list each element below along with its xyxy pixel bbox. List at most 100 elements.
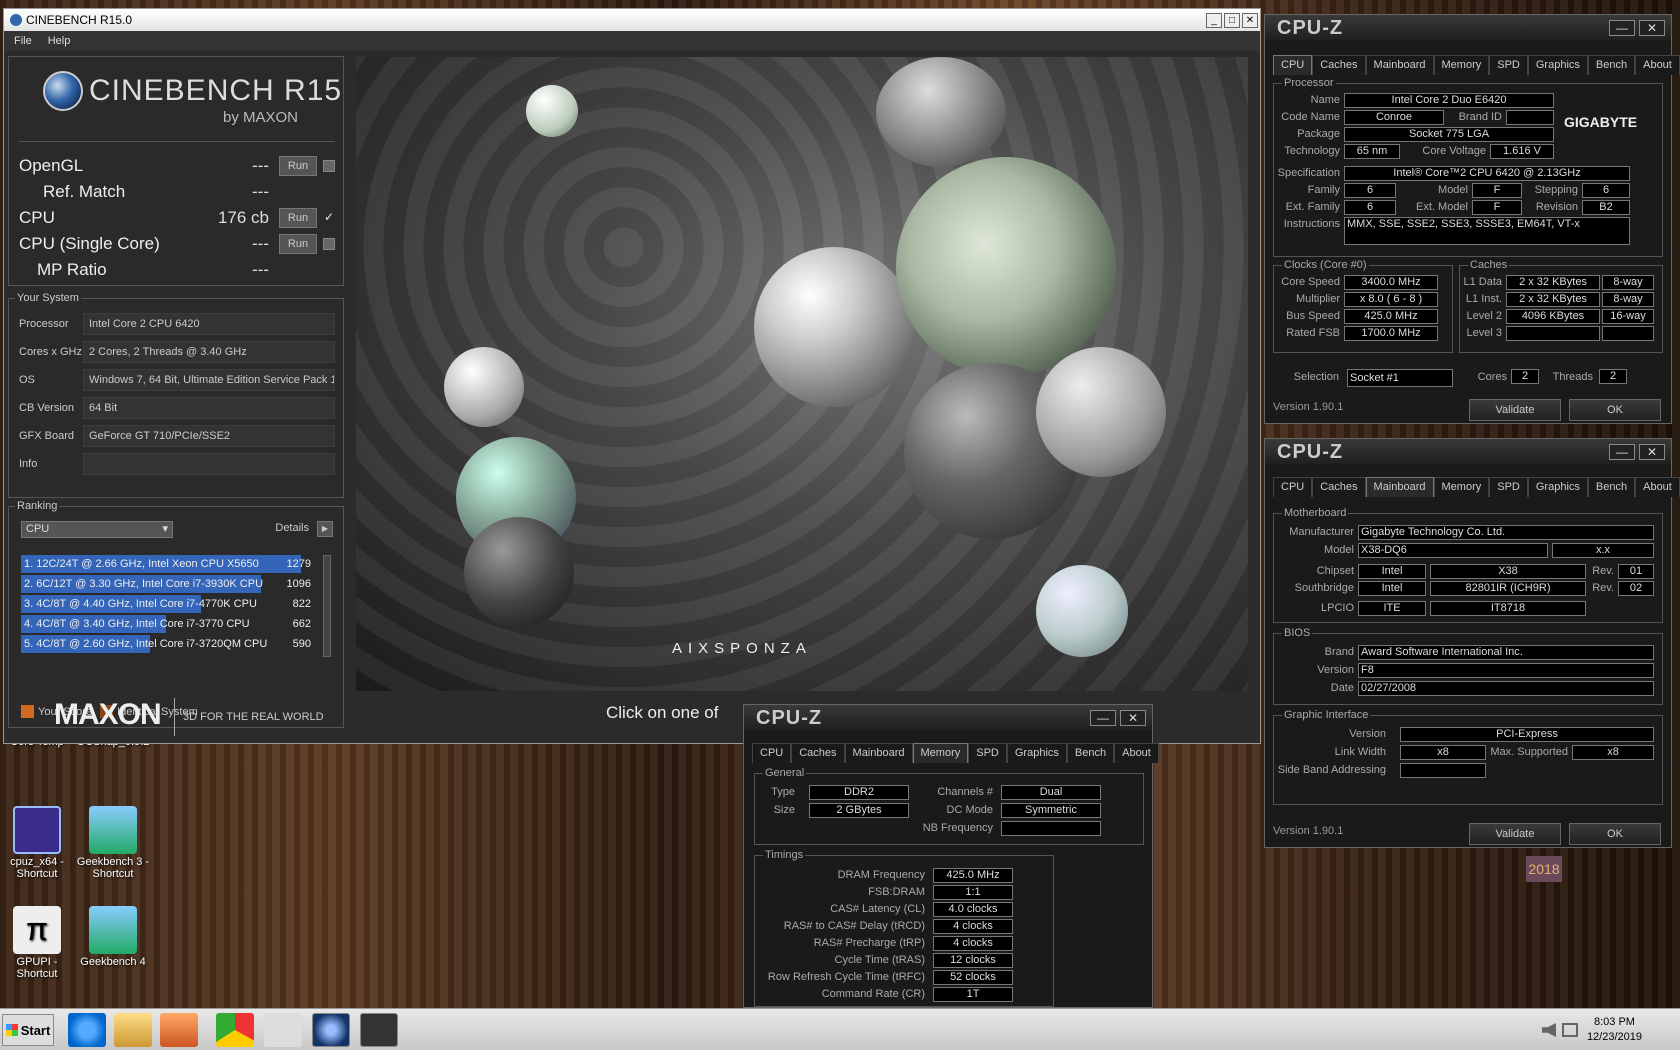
tab-cpu[interactable]: CPU xyxy=(752,743,792,763)
clocks-group: Clocks (Core #0) Core Speed 3400.0 MHz M… xyxy=(1273,259,1453,353)
instructions: MMX, SSE, SSE2, SSE3, SSSE3, EM64T, VT-x xyxy=(1344,217,1630,245)
maxon-tagline: 3D FOR THE REAL WORLD xyxy=(174,698,324,736)
tab-cpu[interactable]: CPU xyxy=(1273,477,1313,497)
timing-value: 4 clocks xyxy=(933,919,1013,934)
volume-icon[interactable] xyxy=(1542,1023,1556,1037)
minimize-button[interactable]: — xyxy=(1609,20,1635,36)
tab-about[interactable]: About xyxy=(1635,477,1680,497)
socket-select[interactable]: Socket #1 xyxy=(1347,369,1453,387)
cpuz-taskbar-icon[interactable] xyxy=(360,1013,398,1047)
core-speed: 3400.0 MHz xyxy=(1344,275,1438,290)
start-button[interactable]: Start xyxy=(2,1014,54,1046)
tab-about[interactable]: About xyxy=(1114,743,1159,763)
tab-cpu[interactable]: CPU xyxy=(1273,55,1313,75)
tab-mainboard[interactable]: Mainboard xyxy=(844,743,913,763)
chrome-sphere xyxy=(876,57,1006,167)
media-player-icon[interactable] xyxy=(160,1013,198,1047)
validate-button[interactable]: Validate xyxy=(1469,823,1561,845)
tab-bench[interactable]: Bench xyxy=(1066,743,1115,763)
file-explorer-icon[interactable] xyxy=(114,1013,152,1047)
ranking-row[interactable]: 2. 6C/12T @ 3.30 GHz, Intel Core i7-3930… xyxy=(21,575,319,593)
tab-spd[interactable]: SPD xyxy=(968,743,1007,763)
ranking-row[interactable]: 1. 12C/24T @ 2.66 GHz, Intel Xeon CPU X5… xyxy=(21,555,319,573)
cpu-single-checkbox[interactable] xyxy=(323,238,335,250)
close-button[interactable]: ✕ xyxy=(1242,12,1258,28)
minimize-button[interactable]: — xyxy=(1609,444,1635,460)
system-clock[interactable]: 8:03 PM 12/23/2019 xyxy=(1587,1015,1642,1045)
cpuz-mainboard-window: CPU-Z — ✕ CPU Caches Mainboard Memory SPD… xyxy=(1264,438,1680,848)
validate-button[interactable]: Validate xyxy=(1469,399,1561,421)
tab-mainboard[interactable]: Mainboard xyxy=(1365,55,1434,75)
desktop-icon-cpuz[interactable]: cpuz_x64 - Shortcut xyxy=(0,806,74,880)
specification: Intel® Core™2 CPU 6420 @ 2.13GHz xyxy=(1344,166,1630,181)
timings-group: Timings DRAM Frequency 425.0 MHz FSB:DRAM 1… xyxy=(754,849,1054,1007)
snipping-tool-icon[interactable] xyxy=(264,1013,302,1047)
desktop-icon-geekbench4[interactable]: Geekbench 4 xyxy=(76,906,150,968)
pearl-sphere xyxy=(1036,347,1166,477)
ranking-scrollbar[interactable] xyxy=(323,555,331,657)
cpuz-memory-window: CPU-Z — ✕ CPU Caches Mainboard Memory SPD… xyxy=(743,704,1159,1008)
ranking-row[interactable]: 5. 4C/8T @ 2.60 GHz, Intel Core i7-3720Q… xyxy=(21,635,319,653)
ranking-row[interactable]: 4. 4C/8T @ 3.40 GHz, Intel Core i7-3770 … xyxy=(21,615,319,633)
network-icon[interactable] xyxy=(1562,1023,1578,1037)
ranking-label: 4. 4C/8T @ 3.40 GHz, Intel Core i7-3770 … xyxy=(24,618,250,630)
cpu-check-icon[interactable]: ✓ xyxy=(323,211,335,224)
cinebench-logo: CINEBENCH R15 by MAXON xyxy=(43,71,342,126)
desktop-icon-geekbench3[interactable]: Geekbench 3 - Shortcut xyxy=(76,806,150,880)
chrome-icon[interactable] xyxy=(216,1013,254,1047)
bios-date: 02/27/2008 xyxy=(1358,681,1654,696)
tab-spd[interactable]: SPD xyxy=(1489,55,1528,75)
tab-spd[interactable]: SPD xyxy=(1489,477,1528,497)
tab-graphics[interactable]: Graphics xyxy=(1527,477,1588,497)
package: Socket 775 LGA xyxy=(1344,127,1554,142)
timing-label: Command Rate (CR) xyxy=(821,988,925,1000)
timing-value: 1T xyxy=(933,987,1013,1002)
tab-caches[interactable]: Caches xyxy=(791,743,845,763)
tab-memory[interactable]: Memory xyxy=(1433,55,1490,75)
maximize-button[interactable]: □ xyxy=(1224,12,1240,28)
cinebench-left-panel: CINEBENCH R15 by MAXON OpenGL --- Run Re… xyxy=(8,50,344,740)
info-field[interactable] xyxy=(83,453,335,475)
ok-button[interactable]: OK xyxy=(1569,823,1661,845)
ranking-select[interactable]: CPU ▾ xyxy=(21,521,173,538)
cinebench-taskbar-icon[interactable] xyxy=(312,1013,350,1047)
cpuz-titlebar[interactable]: CPU-Z — ✕ xyxy=(744,705,1152,731)
opengl-checkbox[interactable] xyxy=(323,160,335,172)
menu-file[interactable]: File xyxy=(14,35,32,47)
run-cpu-single-button[interactable]: Run xyxy=(279,234,317,254)
tab-caches[interactable]: Caches xyxy=(1312,477,1366,497)
code-name: Conroe xyxy=(1344,110,1444,125)
desktop-icon-gpupi[interactable]: π GPUPI - Shortcut xyxy=(0,906,74,980)
channels: Dual xyxy=(1001,785,1101,800)
minimize-button[interactable]: — xyxy=(1090,710,1116,726)
bios-version: F8 xyxy=(1358,663,1654,678)
ok-button[interactable]: OK xyxy=(1569,399,1661,421)
cinebench-titlebar[interactable]: CINEBENCH R15.0 _ □ ✕ xyxy=(4,9,1260,31)
render-viewport xyxy=(356,57,1248,691)
processor-group: Processor Name Intel Core 2 Duo E6420 Co… xyxy=(1273,77,1663,257)
tab-memory[interactable]: Memory xyxy=(1433,477,1490,497)
minimize-button[interactable]: _ xyxy=(1206,12,1222,28)
close-button[interactable]: ✕ xyxy=(1639,444,1665,460)
details-arrow-button[interactable]: ▶ xyxy=(317,521,333,537)
tab-memory[interactable]: Memory xyxy=(912,743,969,763)
tab-bench[interactable]: Bench xyxy=(1587,477,1636,497)
close-button[interactable]: ✕ xyxy=(1639,20,1665,36)
tab-graphics[interactable]: Graphics xyxy=(1006,743,1067,763)
cpuz-titlebar[interactable]: CPU-Z — ✕ xyxy=(1265,15,1671,41)
lpcio: IT8718 xyxy=(1430,601,1586,616)
timing-label: DRAM Frequency xyxy=(837,869,925,881)
run-opengl-button[interactable]: Run xyxy=(279,156,317,176)
ranking-panel: Ranking CPU ▾ Details ▶ 1. 12C/24T @ 2.66… xyxy=(8,500,344,728)
tab-graphics[interactable]: Graphics xyxy=(1527,55,1588,75)
run-cpu-button[interactable]: Run xyxy=(279,208,317,228)
tab-about[interactable]: About xyxy=(1635,55,1680,75)
ranking-row[interactable]: 3. 4C/8T @ 4.40 GHz, Intel Core i7-4770K… xyxy=(21,595,319,613)
internet-explorer-icon[interactable] xyxy=(68,1013,106,1047)
cpuz-titlebar[interactable]: CPU-Z — ✕ xyxy=(1265,439,1671,465)
tab-mainboard[interactable]: Mainboard xyxy=(1365,477,1434,497)
tab-bench[interactable]: Bench xyxy=(1587,55,1636,75)
menu-help[interactable]: Help xyxy=(48,35,71,47)
close-button[interactable]: ✕ xyxy=(1120,710,1146,726)
tab-caches[interactable]: Caches xyxy=(1312,55,1366,75)
